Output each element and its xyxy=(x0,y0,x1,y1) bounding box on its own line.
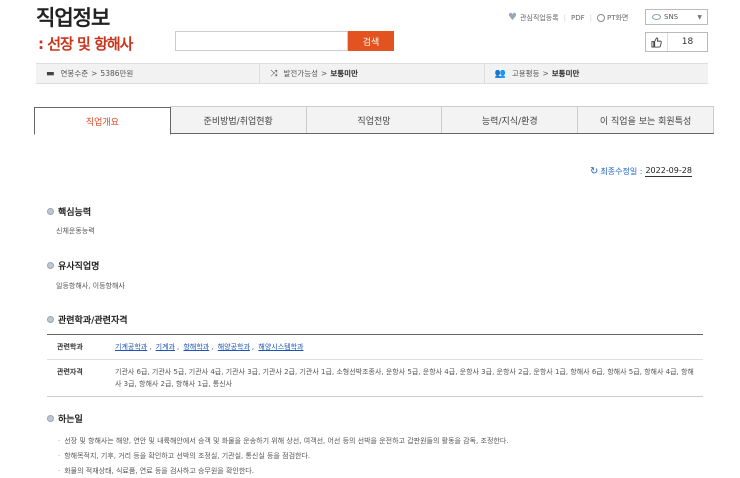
chevron-right-icon: > xyxy=(542,69,549,78)
divider: | xyxy=(563,13,566,22)
dept-list: 기계공학과, 기계과, 항해학과, 해양공학과, 해양시스템학과 xyxy=(115,343,304,351)
tab-bar: 직업개요 준비방법/취업현황 직업전망 능력/지식/환경 이 직업을 보는 회원… xyxy=(34,106,714,135)
job-name: : 선장 및 항해사 xyxy=(38,35,133,53)
shuffle-icon: ⤨ xyxy=(270,68,278,79)
tab-outlook[interactable]: 직업전망 xyxy=(305,106,443,133)
refresh-icon: ↻ xyxy=(590,166,599,177)
cert-label: 관련자격 xyxy=(57,368,83,376)
equality-label: 고용평등 xyxy=(511,69,540,78)
updated-label: 최종수정일 : xyxy=(600,167,643,176)
like-count: 18 xyxy=(681,37,694,47)
equality-cell: 👥 고용평등 > 보통미만 xyxy=(485,64,708,83)
similar-heading: 유사직업명 xyxy=(58,262,100,272)
dept-link[interactable]: 기계공학과 xyxy=(115,343,147,351)
tab-overview[interactable]: 직업개요 xyxy=(34,107,171,135)
people-icon: 👥 xyxy=(494,68,506,79)
section-heading-core: 핵심능력 xyxy=(47,205,91,218)
heart-icon: ♥ xyxy=(508,12,517,23)
duties-heading: 하는일 xyxy=(58,415,83,425)
speech-bubble-icon xyxy=(652,14,661,20)
dept-link[interactable]: 기계과 xyxy=(156,343,175,351)
section-heading-related: 관련학과/관련자격 xyxy=(47,313,128,326)
search-button[interactable]: 검색 xyxy=(348,31,394,51)
tab-ability[interactable]: 능력/지식/환경 xyxy=(441,106,579,133)
last-updated: ↻ 최종수정일 : 2022-09-28 xyxy=(590,166,692,177)
dept-label: 관련학과 xyxy=(57,343,83,351)
page-title: 직업정보 xyxy=(36,6,110,30)
chevron-right-icon: > xyxy=(321,69,328,78)
section-heading-duties: 하는일 xyxy=(47,412,83,425)
core-heading: 핵심능력 xyxy=(58,208,92,218)
related-heading: 관련학과/관련자격 xyxy=(58,316,128,326)
table-row: 관련학과 기계공학과, 기계과, 항해학과, 해양공학과, 해양시스템학과 xyxy=(47,335,703,360)
list-item: 선장 및 항해사는 해양, 연안 및 내륙해안에서 승객 및 화물을 운송하기 … xyxy=(58,434,508,449)
bullet-icon xyxy=(47,316,54,323)
dept-link[interactable]: 해양시스템학과 xyxy=(258,343,303,351)
pt-link[interactable]: PT화면 xyxy=(607,13,628,23)
like-button[interactable]: 18 xyxy=(645,32,708,52)
pdf-link[interactable]: PDF xyxy=(571,14,585,22)
salary-value: 5386만원 xyxy=(100,69,134,78)
bullet-icon xyxy=(47,208,54,215)
dept-link[interactable]: 해양공학과 xyxy=(218,343,250,351)
divider: | xyxy=(589,13,592,22)
table-row: 관련자격 기관사 6급, 기관사 5급, 기관사 4급, 기관사 3급, 기관사… xyxy=(47,360,703,396)
equality-value: 보통미만 xyxy=(551,69,580,78)
core-text: 신체운동능력 xyxy=(56,227,95,235)
salary-label: 연봉수준 xyxy=(60,69,89,78)
salary-cell: ▬ 연봉수준 > 5386만원 xyxy=(36,64,261,83)
dept-link[interactable]: 항해학과 xyxy=(183,343,209,351)
money-icon: ▬ xyxy=(46,68,55,79)
tab-preparation[interactable]: 준비방법/취업현황 xyxy=(169,106,307,133)
related-table: 관련학과 기계공학과, 기계과, 항해학과, 해양공학과, 해양시스템학과 관련… xyxy=(47,334,703,397)
updated-date: 2022-09-28 xyxy=(645,166,692,177)
chevron-right-icon: > xyxy=(91,69,98,78)
sns-dropdown[interactable]: SNS ▼ xyxy=(645,9,708,25)
top-links: ♥ 관심직업등록 | PDF | PT화면 xyxy=(508,12,628,23)
summary-bar: ▬ 연봉수준 > 5386만원 ⤨ 발전가능성 > 보통미만 👥 고용평등 > … xyxy=(36,63,708,84)
bullet-icon xyxy=(47,415,54,422)
growth-cell: ⤨ 발전가능성 > 보통미만 xyxy=(260,64,485,83)
tab-members[interactable]: 이 직업을 보는 회원특성 xyxy=(577,106,714,133)
section-heading-similar: 유사직업명 xyxy=(47,259,99,272)
cert-list: 기관사 6급, 기관사 5급, 기관사 4급, 기관사 3급, 기관사 2급, … xyxy=(115,368,694,388)
bullet-icon xyxy=(47,262,54,269)
pt-icon xyxy=(596,13,605,22)
search-input[interactable] xyxy=(175,31,348,51)
thumbs-up-icon xyxy=(646,33,668,51)
bookmark-link[interactable]: 관심직업등록 xyxy=(520,13,559,23)
list-item: 화물의 적재상태, 식료품, 연료 등을 검사하고 승무원을 확인한다. xyxy=(58,464,509,478)
list-item: 항해목적지, 기후, 거리 등을 확인하고 선박의 조정실, 기관실, 통신실 … xyxy=(58,449,509,464)
growth-label: 발전가능성 xyxy=(283,69,319,78)
similar-text: 일등항해사, 이등항해사 xyxy=(56,282,125,290)
growth-value: 보통미만 xyxy=(330,69,358,78)
chevron-down-icon: ▼ xyxy=(697,13,702,21)
duty-list: 선장 및 항해사는 해양, 연안 및 내륙해안에서 승객 및 화물을 운송하기 … xyxy=(58,434,509,478)
sns-label: SNS xyxy=(664,13,679,21)
